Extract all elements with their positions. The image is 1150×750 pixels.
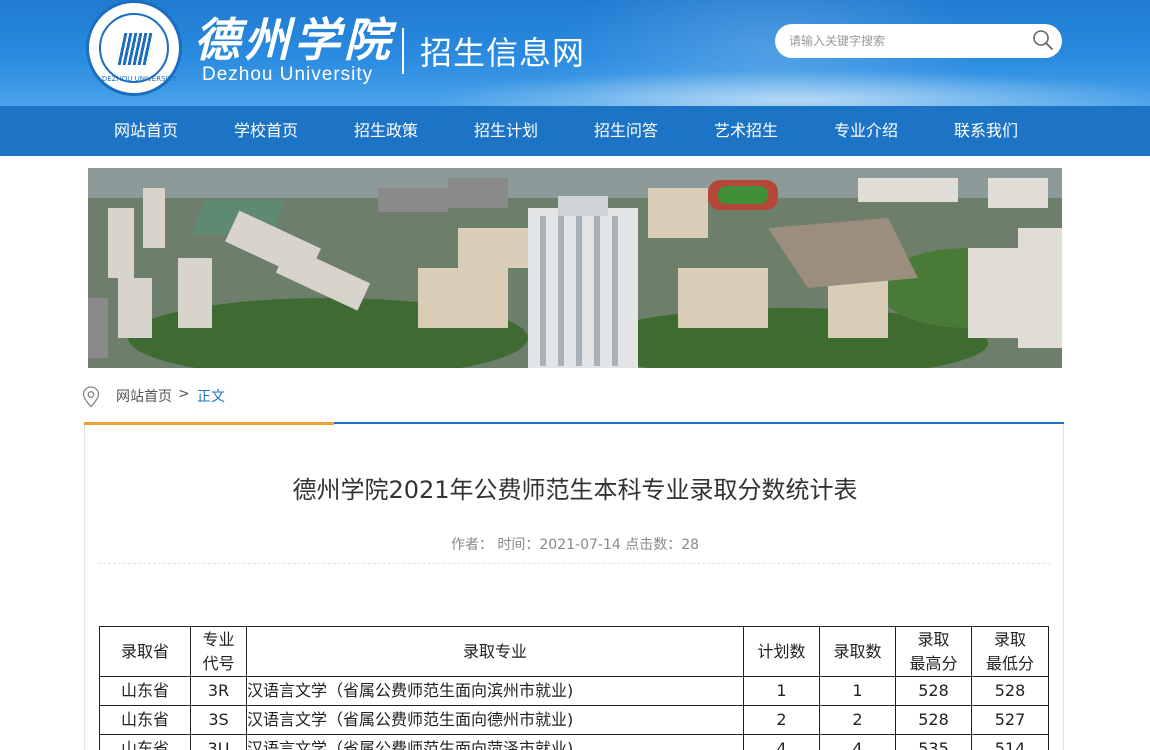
university-name-cn[interactable]: 德州学院 [194,4,394,70]
cell-max: 528 [895,676,972,706]
cell-min: 528 [971,676,1049,706]
nav-item-contact[interactable]: 联系我们 [954,106,1018,156]
header-min-score: 录取 最低分 [971,626,1049,677]
table-row: 山东省 3S 汉语言文学（省属公费师范生面向德州市就业) 2 2 528 527 [99,705,1049,735]
panel-top-accent [84,422,334,425]
cell-min: 527 [971,705,1049,735]
location-pin-icon [82,386,100,408]
cell-plan: 1 [743,676,820,706]
header-glow-decoration [420,70,1150,106]
university-seal-logo[interactable]: DEZHOU UNIVERSITY [86,0,182,96]
nav-item-site-home[interactable]: 网站首页 [114,106,178,156]
cell-major: 汉语言文学（省属公费师范生面向菏泽市就业) [246,734,744,750]
cell-admitted: 1 [819,676,896,706]
site-name: 招生信息网 [420,34,586,72]
cell-province: 山东省 [99,734,191,750]
header-min-line2: 最低分 [985,653,1034,673]
cell-code: 3R [190,676,247,706]
cell-max: 535 [895,734,972,750]
campus-banner-image [88,168,1062,368]
header-admitted: 录取数 [819,626,896,677]
cell-admitted: 2 [819,705,896,735]
search-box [775,24,1062,58]
seal-emblem-icon [117,33,155,65]
meta-divider [98,563,1050,564]
search-icon[interactable] [1032,29,1054,51]
cell-max: 528 [895,705,972,735]
header-max-line2: 最高分 [909,653,958,673]
nav-item-art[interactable]: 艺术招生 [714,106,778,156]
cell-province: 山东省 [99,705,191,735]
nav-item-school-home[interactable]: 学校首页 [234,106,298,156]
cell-plan: 4 [743,734,820,750]
header-major-code-line1: 专业 [202,629,235,649]
table-row: 山东省 3R 汉语言文学（省属公费师范生面向滨州市就业) 1 1 528 528 [99,676,1049,706]
nav-item-majors[interactable]: 专业介绍 [834,106,898,156]
cell-province: 山东省 [99,676,191,706]
header-major: 录取专业 [246,626,744,677]
nav-item-faq[interactable]: 招生问答 [594,106,658,156]
university-name-en: Dezhou University [202,64,374,85]
breadcrumb-home-link[interactable]: 网站首页 [116,386,172,406]
nav-item-plan[interactable]: 招生计划 [474,106,538,156]
breadcrumb-current: 正文 [197,389,225,405]
nav-item-policy[interactable]: 招生政策 [354,106,418,156]
seal-inner-ring: DEZHOU UNIVERSITY [99,13,176,83]
cell-major: 汉语言文学（省属公费师范生面向德州市就业) [246,705,744,735]
header-max-line1: 录取 [917,629,950,649]
cell-admitted: 4 [819,734,896,750]
header-province: 录取省 [99,626,191,677]
search-input[interactable] [789,30,1029,52]
seal-ring-text: DEZHOU UNIVERSITY [101,75,177,83]
table-header-row: 录取省 专业 代号 录取专业 计划数 录取数 录取 最高分 录取 最低分 [99,626,1049,677]
cell-code: 3S [190,705,247,735]
cell-major: 汉语言文学（省属公费师范生面向滨州市就业) [246,676,744,706]
header-max-score: 录取 最高分 [895,626,972,677]
header-major-code-line2: 代号 [202,653,235,673]
campus-aerial-photo [88,168,1062,368]
admission-score-table: 录取省 专业 代号 录取专业 计划数 录取数 录取 最高分 录取 最低分 山东省… [99,626,1049,750]
breadcrumb-separator: > [178,386,190,402]
table-row: 山东省 3U 汉语言文学（省属公费师范生面向菏泽市就业) 4 4 535 514 [99,734,1049,750]
logo-divider [402,28,404,74]
header-plan: 计划数 [743,626,820,677]
cell-plan: 2 [743,705,820,735]
header-major-code: 专业 代号 [190,626,247,677]
header-min-line1: 录取 [993,629,1026,649]
cell-code: 3U [190,734,247,750]
article-meta: 作者： 时间：2021-07-14 点击数：28 [450,537,700,553]
cell-min: 514 [971,734,1049,750]
main-nav: 网站首页 学校首页 招生政策 招生计划 招生问答 艺术招生 专业介绍 联系我们 [0,106,1150,156]
article-title: 德州学院2021年公费师范生本科专业录取分数统计表 [292,476,858,504]
